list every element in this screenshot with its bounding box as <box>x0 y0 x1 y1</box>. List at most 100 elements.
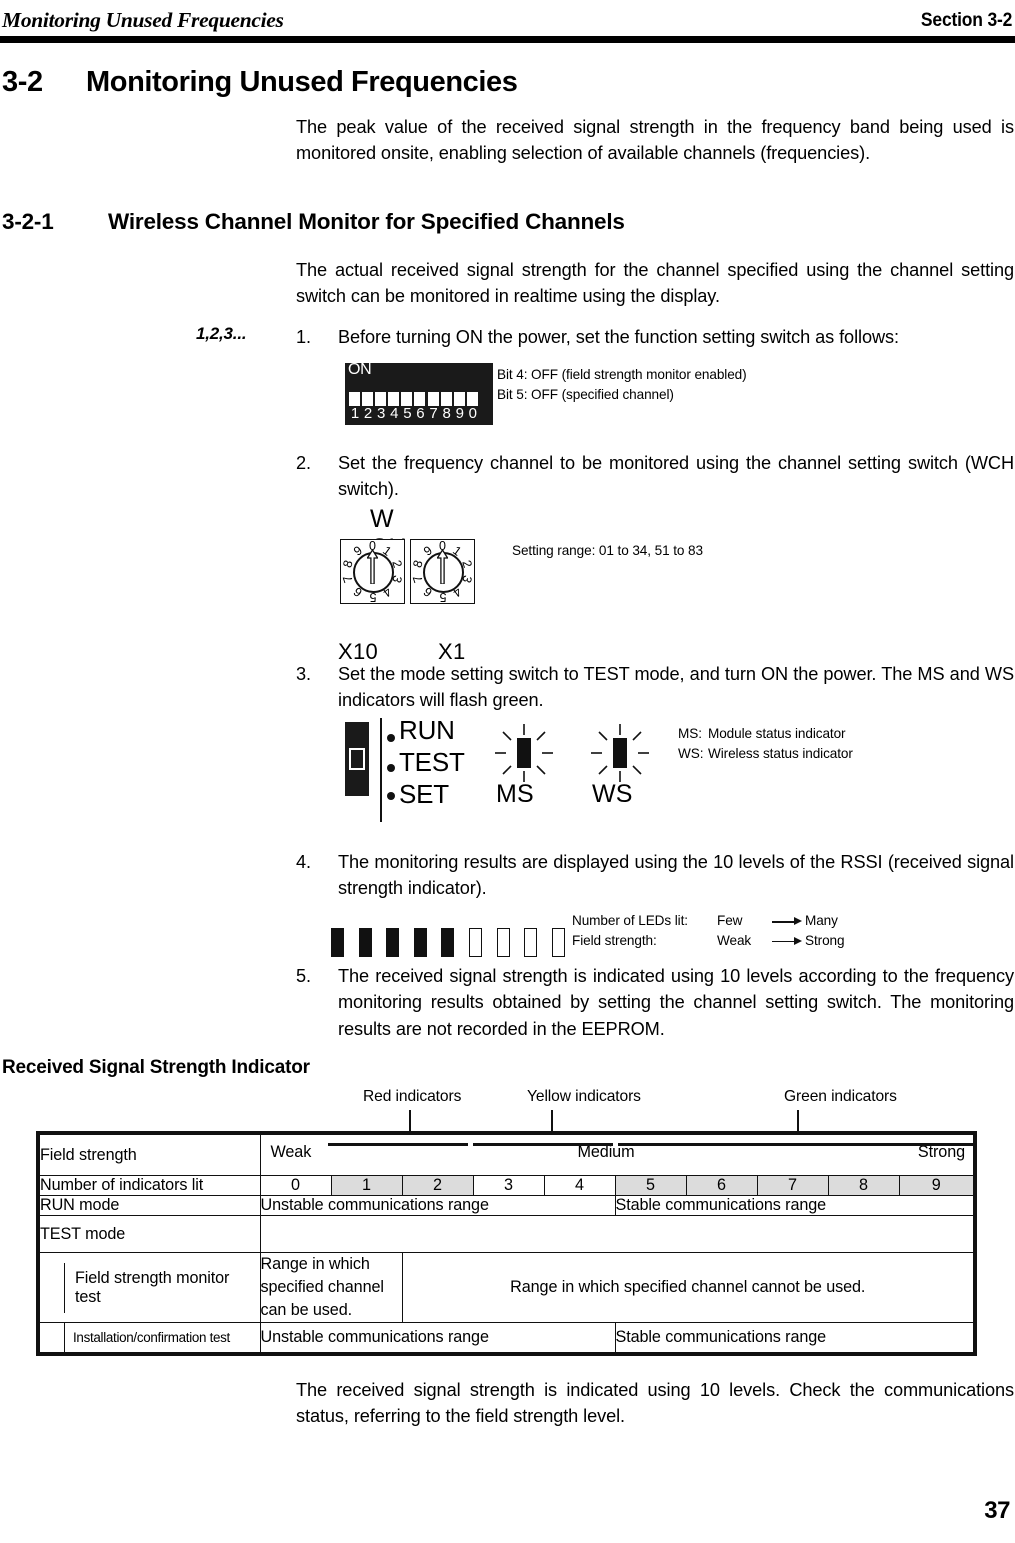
rotary-digit-x1: 8 <box>410 558 426 570</box>
subsection-heading: 3-2-1 Wireless Channel Monitor for Specif… <box>2 209 1002 235</box>
field-strength-underline-green <box>617 1143 974 1147</box>
ws-led <box>613 738 627 768</box>
ms-note: MS: Module status indicator <box>678 724 853 744</box>
indicator-count-cell: 6 <box>685 1175 758 1196</box>
ms-note-text: Module status indicator <box>708 726 846 741</box>
running-head-left: Monitoring Unused Frequencies <box>2 8 284 32</box>
callout-red-indicators: Red indicators <box>363 1088 462 1105</box>
row-label-run-mode: RUN mode <box>36 1195 261 1216</box>
fs-monitor-test-label-cell: Field strength monitor test <box>36 1252 261 1323</box>
mode-label-set: SET <box>399 779 449 809</box>
mode-slider-switch <box>345 722 369 796</box>
step-1-text: Before turning ON the power, set the fun… <box>338 327 899 347</box>
callout-yellow-indicators: Yellow indicators <box>527 1088 641 1105</box>
step-5: 5. The received signal strength is indic… <box>296 963 1014 1042</box>
fs-monitor-cannot-be-used: Range in which specified channel cannot … <box>401 1252 977 1323</box>
dip-switch-notes: Bit 4: OFF (field strength monitor enabl… <box>497 365 897 404</box>
step-4-text: The monitoring results are displayed usi… <box>338 852 1014 899</box>
dip-slider <box>466 379 478 406</box>
dip-slider <box>375 379 387 406</box>
indicator-count-cell: 7 <box>756 1175 829 1196</box>
ms-led <box>517 738 531 768</box>
mode-slider-handle <box>349 748 365 770</box>
ms-note-tag: MS: <box>678 726 702 741</box>
table-row-indicators-lit: Number of indicators lit 0 1 2 3 4 5 6 7… <box>36 1175 977 1196</box>
arrow-right-icon <box>772 917 802 926</box>
rotary-switch-x10: 0123456789 <box>340 539 405 604</box>
rssi-table: Field strength Weak Medium Strong Number… <box>36 1131 977 1356</box>
rotary-digit-x1: 5 <box>439 590 446 604</box>
field-strength-underline-yellow <box>472 1143 613 1147</box>
step-2-number: 2. <box>296 453 311 473</box>
dip-slider <box>388 379 400 406</box>
step-5-number: 5. <box>296 966 311 986</box>
rssi-legend-line: Number of LEDs lit: Few Many <box>572 911 844 931</box>
mode-labels: RUN TEST SET <box>399 714 465 810</box>
dip-switch-body: ON 1 2 3 4 5 6 7 8 9 0 <box>345 362 493 425</box>
rotary-arrow-icon <box>437 550 448 584</box>
mode-label-run: RUN <box>399 715 455 745</box>
section-number: 3-2 <box>2 66 43 98</box>
rotary-digit-x10: 2 <box>389 558 405 570</box>
ws-note: WS: Wireless status indicator <box>678 744 853 764</box>
dip-pin-label: 1 <box>350 405 359 422</box>
rssi-led-on <box>358 928 372 957</box>
rssi-led-on <box>331 928 344 957</box>
indicator-count-cell: 8 <box>827 1175 900 1196</box>
callout-tick-green <box>797 1110 799 1132</box>
mode-label-test: TEST <box>399 747 465 777</box>
row-label-installation-test: Installation/confirmation test <box>64 1323 260 1352</box>
rssi-table-wrap: Field strength Weak Medium Strong Number… <box>36 1131 977 1356</box>
field-strength-scale: Weak Medium Strong <box>259 1131 977 1176</box>
dip-pin-label: 4 <box>390 405 398 422</box>
indicator-count-cell: 1 <box>330 1175 403 1196</box>
table-row-test-mode: TEST mode <box>36 1215 977 1253</box>
rssi-led-on <box>413 928 427 957</box>
rssi-legend-key: Field strength: <box>572 932 657 948</box>
dip-slider <box>427 379 439 406</box>
figure-rssi-bar: Number of LEDs lit: Few Many Field strengt… <box>331 913 845 957</box>
step-4: 4. The monitoring results are displayed … <box>296 849 1014 902</box>
header-rule <box>0 36 1015 43</box>
dip-pin-label: 0 <box>468 405 477 422</box>
rssi-legend-key: Number of LEDs lit: <box>572 913 688 928</box>
rssi-led-on <box>441 928 455 957</box>
dip-slider <box>349 379 360 406</box>
dip-slider <box>453 379 465 406</box>
callout-green-indicators: Green indicators <box>784 1088 897 1105</box>
dip-pin-label: 8 <box>442 405 450 422</box>
row-label-fs-monitor-test: Field strength monitor test <box>64 1262 260 1313</box>
indicator-count-cell: 9 <box>898 1175 977 1196</box>
rotary-switch-x1: 0123456789 <box>410 539 475 604</box>
dip-pin-label: 9 <box>455 405 464 422</box>
rssi-led-off <box>496 928 510 957</box>
section-heading: 3-2 Monitoring Unused Frequencies <box>2 66 1002 99</box>
rotary-digit-x10: 5 <box>369 590 376 604</box>
ws-indicator-flashing-icon <box>591 724 649 782</box>
rotary-digit-x10: 8 <box>340 558 356 570</box>
field-strength-underline-red <box>327 1143 468 1147</box>
rssi-legend-from: Few <box>717 913 743 928</box>
table-row-installation-test: Installation/confirmation test Unstable … <box>36 1322 977 1356</box>
dip-switch-pin-labels: 1 2 3 4 5 6 7 8 9 0 <box>349 406 478 422</box>
rotary-switch-note: Setting range: 01 to 34, 51 to 83 <box>512 543 703 558</box>
figure-mode-switch: RUN TEST SET MS WS MS: Module status ind… <box>345 715 853 822</box>
mode-panel-divider <box>380 718 382 822</box>
rssi-led-off <box>551 928 565 957</box>
rssi-legend: Number of LEDs lit: Few Many Field strengt… <box>572 911 845 950</box>
ws-label: WS <box>592 780 633 808</box>
running-head-right: Section 3-2 <box>920 10 1012 31</box>
rssi-legend-to: Strong <box>805 932 845 948</box>
table-row-field-strength: Field strength Weak Medium Strong <box>36 1131 977 1176</box>
section-intro: The peak value of the received signal st… <box>296 117 1014 164</box>
dip-slider <box>362 379 374 406</box>
rotary-digit-x1: 7 <box>410 573 426 585</box>
step-3-text: Set the mode setting switch to TEST mode… <box>338 664 1014 711</box>
row-label-test-mode: TEST mode <box>36 1215 261 1253</box>
rotary-digit-x1: 6 <box>420 584 435 600</box>
dip-pin-label: 2 <box>363 405 372 422</box>
run-mode-stable: Stable communications range <box>614 1195 977 1216</box>
subsection-number: 3-2-1 <box>2 209 54 234</box>
rssi-led-off <box>524 928 538 957</box>
callout-tick-yellow <box>551 1110 553 1132</box>
